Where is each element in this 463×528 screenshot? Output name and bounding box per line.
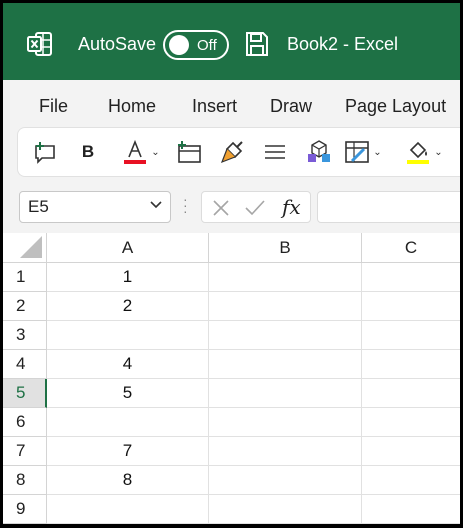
cell-a3[interactable] (47, 321, 209, 350)
spreadsheet-grid: A B C 112234455677889 (3, 233, 460, 524)
cell-a7[interactable]: 7 (47, 437, 209, 466)
formula-bar: E5 · · · fx (3, 183, 460, 233)
cell-c7[interactable] (362, 437, 460, 466)
cell-a8[interactable]: 8 (47, 466, 209, 495)
tab-insert[interactable]: Insert (192, 96, 237, 117)
excel-icon (27, 32, 52, 56)
borders-button[interactable]: ⌄ (340, 138, 386, 166)
cell-b2[interactable] (209, 292, 362, 321)
cell-a2[interactable]: 2 (47, 292, 209, 321)
chevron-down-icon: ⌄ (373, 146, 382, 158)
insert-button[interactable] (175, 138, 203, 166)
document-title: Book2 - Excel (287, 34, 399, 54)
align-button[interactable] (262, 138, 288, 166)
row-header-5[interactable]: 5 (3, 379, 47, 408)
column-header-c[interactable]: C (362, 233, 460, 263)
formula-input[interactable] (317, 191, 460, 223)
quick-toolbar: B ⌄ ⌄ ⌄ (17, 127, 460, 177)
cell-a9[interactable] (47, 495, 209, 524)
cell-a4[interactable]: 4 (47, 350, 209, 379)
font-color-icon (124, 139, 147, 164)
cell-b8[interactable] (209, 466, 362, 495)
row-header-4[interactable]: 4 (3, 350, 47, 379)
row-header-3[interactable]: 3 (3, 321, 47, 350)
column-header-a[interactable]: A (47, 233, 209, 263)
name-box[interactable]: E5 (19, 191, 171, 223)
fill-color-button[interactable]: ⌄ (401, 138, 447, 166)
cell-c2[interactable] (362, 292, 460, 321)
cell-b6[interactable] (209, 408, 362, 437)
tab-page-layout[interactable]: Page Layout (345, 96, 446, 117)
insert-sheet-icon (178, 141, 201, 163)
borders-icon (345, 141, 370, 163)
align-icon (265, 145, 285, 159)
cell-c8[interactable] (362, 466, 460, 495)
formula-buttons: fx (201, 191, 311, 223)
cell-b9[interactable] (209, 495, 362, 524)
cell-b5[interactable] (209, 379, 362, 408)
cell-c5[interactable] (362, 379, 460, 408)
row-header-1[interactable]: 1 (3, 263, 47, 292)
fill-color-icon (407, 141, 430, 164)
autosave-state: Off (197, 37, 217, 54)
cell-b1[interactable] (209, 263, 362, 292)
cell-c1[interactable] (362, 263, 460, 292)
cell-styles-button[interactable] (306, 138, 332, 166)
autosave-toggle[interactable]: Off (163, 30, 229, 60)
row-header-2[interactable]: 2 (3, 292, 47, 321)
chevron-down-icon[interactable] (150, 201, 162, 209)
excel-window: AutoSave Off Book2 - Excel File Home Ins… (3, 3, 460, 524)
title-bar: AutoSave Off Book2 - Excel (3, 3, 460, 80)
drag-handle[interactable]: · · · (183, 192, 188, 218)
cell-c9[interactable] (362, 495, 460, 524)
format-painter-button[interactable] (219, 138, 245, 166)
toggle-knob (169, 35, 189, 55)
cell-b7[interactable] (209, 437, 362, 466)
autosave-label: AutoSave (78, 34, 157, 54)
tab-home[interactable]: Home (108, 96, 156, 117)
cell-a6[interactable] (47, 408, 209, 437)
row-header-9[interactable]: 9 (3, 495, 47, 524)
cell-b3[interactable] (209, 321, 362, 350)
tab-file[interactable]: File (39, 96, 68, 117)
name-box-value: E5 (28, 197, 49, 216)
cell-c4[interactable] (362, 350, 460, 379)
row-header-6[interactable]: 6 (3, 408, 47, 437)
cell-c6[interactable] (362, 408, 460, 437)
cell-styles-icon (308, 140, 330, 162)
cell-a5[interactable]: 5 (47, 379, 209, 408)
chevron-down-icon: ⌄ (151, 146, 160, 158)
format-painter-icon (220, 141, 243, 164)
cancel-icon[interactable] (212, 199, 230, 217)
bold-button[interactable]: B (78, 138, 98, 166)
tab-draw[interactable]: Draw (270, 96, 312, 117)
cell-a1[interactable]: 1 (47, 263, 209, 292)
select-all-button[interactable] (3, 233, 47, 263)
new-comment-button[interactable] (32, 138, 58, 166)
row-header-7[interactable]: 7 (3, 437, 47, 466)
font-color-button[interactable]: ⌄ (118, 138, 164, 166)
select-all-triangle (20, 236, 42, 258)
cell-b4[interactable] (209, 350, 362, 379)
chevron-down-icon: ⌄ (434, 146, 443, 158)
cell-c3[interactable] (362, 321, 460, 350)
enter-icon[interactable] (244, 199, 266, 217)
save-icon[interactable] (245, 31, 269, 57)
insert-function-button[interactable]: fx (282, 195, 301, 219)
new-comment-icon (35, 142, 55, 164)
ribbon: File Home Insert Draw Page Layout B ⌄ ⌄ … (3, 80, 460, 183)
column-header-b[interactable]: B (209, 233, 362, 263)
row-header-8[interactable]: 8 (3, 466, 47, 495)
